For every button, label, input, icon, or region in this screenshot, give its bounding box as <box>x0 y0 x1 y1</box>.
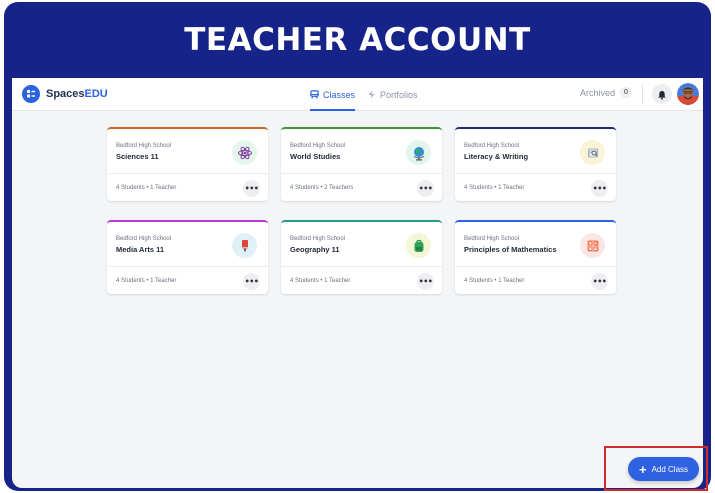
tab-portfolios-label: Portfolios <box>380 89 418 100</box>
class-card-geography-11[interactable]: Bedford High School Geography 11 4 Stude… <box>281 220 442 294</box>
class-card-media-arts-11[interactable]: Bedford High School Media Arts 11 4 Stud… <box>107 220 268 294</box>
calculator-icon <box>580 233 605 258</box>
card-more-button[interactable]: ••• <box>243 273 260 290</box>
card-class-name: Geography 11 <box>290 245 340 254</box>
card-school: Bedford High School <box>290 143 346 149</box>
card-members: 4 Students • 1 Teacher <box>116 278 177 284</box>
card-school: Bedford High School <box>290 236 346 242</box>
card-divider <box>281 173 442 174</box>
archived-count-badge: 0 <box>620 87 632 98</box>
brush-icon <box>232 233 257 258</box>
spacesedu-logo-icon <box>22 85 40 103</box>
card-divider <box>455 266 616 267</box>
tab-classes[interactable]: Classes <box>310 78 356 111</box>
card-members: 4 Students • 1 Teacher <box>290 278 351 284</box>
brand-name: SpacesEDU <box>46 88 108 100</box>
book-icon <box>580 140 605 165</box>
card-school: Bedford High School <box>116 143 172 149</box>
card-more-button[interactable]: ••• <box>591 180 608 197</box>
card-members: 4 Students • 1 Teacher <box>116 185 177 191</box>
bell-icon <box>657 85 667 104</box>
card-school: Bedford High School <box>464 143 520 149</box>
card-class-name: Sciences 11 <box>116 152 159 161</box>
notifications-button[interactable] <box>652 84 672 104</box>
class-card-world-studies[interactable]: Bedford High School World Studies 4 Stud… <box>281 127 442 201</box>
brand-name-part2: EDU <box>84 88 108 100</box>
app-window: SpacesEDU Classes Portfolios Archived 0 … <box>12 78 703 488</box>
main-nav: Classes Portfolios <box>310 78 430 111</box>
classes-icon <box>310 90 319 99</box>
card-more-button[interactable]: ••• <box>417 180 434 197</box>
user-avatar[interactable] <box>677 83 699 105</box>
tab-classes-label: Classes <box>323 89 356 100</box>
card-more-button[interactable]: ••• <box>243 180 260 197</box>
plus-icon: + <box>638 461 647 477</box>
card-class-name: World Studies <box>290 152 341 161</box>
banner-title: TEACHER ACCOUNT <box>184 22 531 58</box>
card-divider <box>107 266 268 267</box>
card-class-name: Literacy & Writing <box>464 152 529 161</box>
class-card-literacy-writing[interactable]: Bedford High School Literacy & Writing 4… <box>455 127 616 201</box>
brand-name-part1: Spaces <box>46 88 85 100</box>
atom-icon <box>232 140 257 165</box>
portfolios-icon <box>367 90 376 99</box>
card-members: 4 Students • 1 Teacher <box>464 278 525 284</box>
add-class-label: Add Class <box>651 464 689 474</box>
card-members: 4 Students • 2 Teachers <box>290 185 354 191</box>
card-divider <box>107 173 268 174</box>
card-more-button[interactable]: ••• <box>591 273 608 290</box>
card-class-name: Principles of Mathematics <box>464 245 557 254</box>
backpack-icon <box>406 233 431 258</box>
tab-portfolios[interactable]: Portfolios <box>367 78 418 111</box>
card-divider <box>281 266 442 267</box>
archived-button[interactable]: Archived 0 <box>580 87 632 98</box>
card-class-name: Media Arts 11 <box>116 245 165 254</box>
card-divider <box>455 173 616 174</box>
card-more-button[interactable]: ••• <box>417 273 434 290</box>
card-members: 4 Students • 1 Teacher <box>464 185 525 191</box>
class-card-principles-of-mathematics[interactable]: Bedford High School Principles of Mathem… <box>455 220 616 294</box>
tutorial-frame: TEACHER ACCOUNT SpacesEDU Classes Portfo… <box>4 2 711 491</box>
toolbar-divider <box>642 84 643 104</box>
add-class-button[interactable]: + Add Class <box>628 457 699 481</box>
globe-icon <box>406 140 431 165</box>
card-school: Bedford High School <box>116 236 172 242</box>
brand[interactable]: SpacesEDU <box>22 85 108 103</box>
class-card-sciences-11[interactable]: Bedford High School Sciences 11 4 Studen… <box>107 127 268 201</box>
top-bar: SpacesEDU Classes Portfolios Archived 0 <box>12 78 703 111</box>
card-school: Bedford High School <box>464 236 520 242</box>
archived-label: Archived <box>580 87 616 98</box>
